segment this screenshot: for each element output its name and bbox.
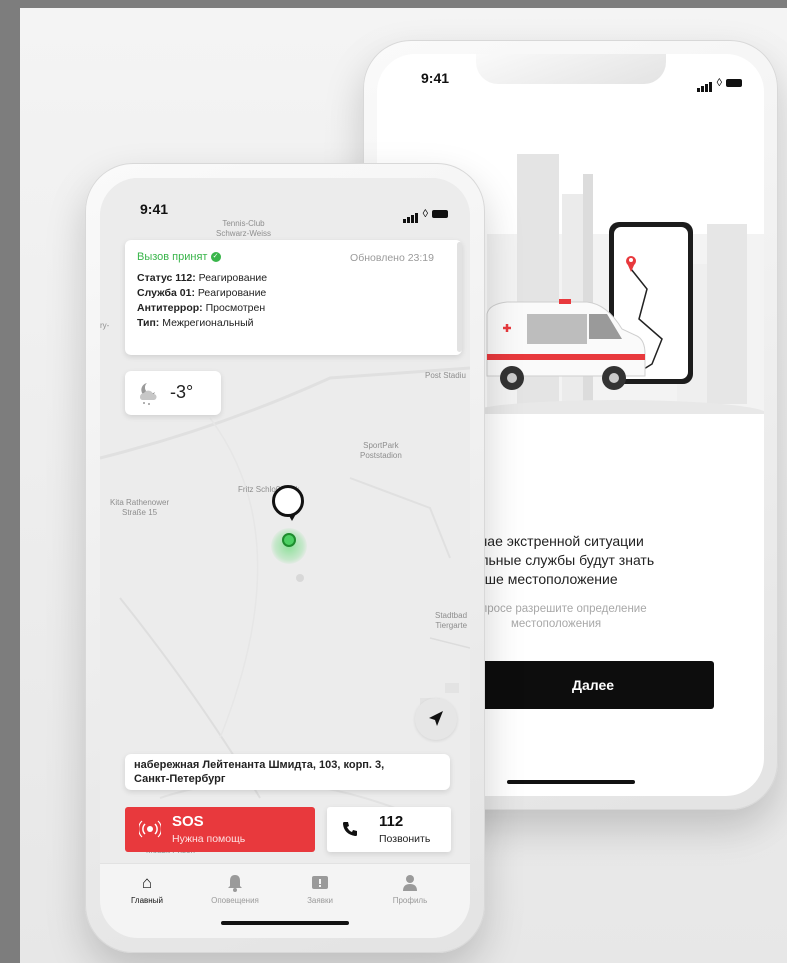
status-icons: ◊ xyxy=(402,205,448,223)
wifi-icon: ◊ xyxy=(716,77,722,89)
sos-title: SOS xyxy=(172,813,204,830)
tab-label: Главный xyxy=(131,896,163,905)
permission-text-line: ельные службы будут знать xyxy=(473,552,655,568)
map-label-line: Schwarz-Weiss xyxy=(216,229,271,238)
signal-icon xyxy=(402,205,419,223)
map-label-line: Tiergarte xyxy=(435,621,468,630)
inbox-icon xyxy=(285,874,355,892)
check-circle-icon: ✓ xyxy=(210,252,221,263)
card-scrollbar[interactable] xyxy=(457,242,462,352)
call-112-subtitle: Позвонить xyxy=(379,833,431,845)
map-label: Kita Rathenower Straße 15 xyxy=(110,498,169,518)
battery-icon xyxy=(726,79,742,87)
status-row-key: Антитеррор: xyxy=(137,302,203,314)
sos-signal-icon xyxy=(139,820,161,838)
map-label: SportPark Poststadion xyxy=(360,441,402,461)
map-label: Tennis-Club Schwarz-Weiss xyxy=(216,219,271,239)
home-indicator xyxy=(221,921,349,925)
permission-subtext-line: местоположения xyxy=(511,618,602,630)
tab-profile[interactable]: Профиль xyxy=(375,874,445,905)
status-row-key: Тип: xyxy=(137,317,160,329)
current-location-dot xyxy=(282,533,296,547)
address-line: Санкт-Петербург xyxy=(134,773,226,785)
status-icons: ◊ xyxy=(696,74,742,92)
address-card: набережная Лейтенанта Шмидта, 103, корп.… xyxy=(125,754,450,790)
navigation-arrow-icon xyxy=(429,711,443,726)
location-pin-tip xyxy=(288,514,296,521)
tab-label: Профиль xyxy=(392,896,428,905)
next-button[interactable]: Далее xyxy=(472,661,714,709)
status-row: Антитеррор: Просмотрен xyxy=(137,301,267,316)
sos-subtitle: Нужна помощь xyxy=(172,833,246,845)
status-row-value: Межрегиональный xyxy=(159,317,254,329)
status-row: Тип: Межрегиональный xyxy=(137,316,267,331)
status-row-value: Просмотрен xyxy=(202,302,266,314)
map-label-line: Poststadion xyxy=(360,451,402,460)
map-label-line: SportPark xyxy=(363,441,399,450)
tab-label: Заявки xyxy=(307,896,333,905)
map-label: Post Stadiu xyxy=(425,371,466,380)
background-stage: 9:41 ◊ учае экстренной ситуации ельные с… xyxy=(20,8,787,963)
tab-home[interactable]: ⌂ Главный xyxy=(112,873,182,906)
tab-requests[interactable]: Заявки xyxy=(285,874,355,905)
permission-subtext-line: просе разрешите определение xyxy=(481,603,647,615)
status-time: 9:41 xyxy=(421,70,450,86)
front-phone: Tennis-Club Schwarz-Weiss Post Stadiu Spo… xyxy=(85,163,485,953)
weather-temperature: -3° xyxy=(170,382,194,402)
address-line: набережная Лейтенанта Шмидта, 103, корп.… xyxy=(134,759,385,771)
home-icon: ⌂ xyxy=(141,873,153,892)
call-112-button[interactable]: 112 Позвонить xyxy=(327,807,451,852)
signal-icon xyxy=(696,74,713,92)
wifi-icon: ◊ xyxy=(422,208,428,220)
sos-button[interactable]: SOS Нужна помощь xyxy=(125,807,315,852)
map-label-line: Straße 15 xyxy=(122,508,158,517)
battery-icon xyxy=(432,210,448,218)
status-row-value: Реагирование xyxy=(194,287,267,299)
tab-notifications[interactable]: Оповещения xyxy=(200,874,270,905)
map-label-line: Tennis-Club xyxy=(222,219,265,228)
permission-text-line: аше местоположение xyxy=(477,571,618,587)
tab-bar: ⌂ Главный Оповещения Заявки Профиль xyxy=(100,863,470,938)
status-row-key: Статус 112: xyxy=(137,272,196,284)
status-row: Служба 01: Реагирование xyxy=(137,286,267,301)
call-accepted-label: Вызов принят xyxy=(137,251,208,263)
call-status-card: Вызов принят ✓ Обновлено 23:19 Статус 11… xyxy=(125,240,462,355)
permission-text: учае экстренной ситуации ельные службы б… xyxy=(473,532,654,589)
map-label: ry- xyxy=(100,321,110,330)
status-row-key: Служба 01: xyxy=(137,287,195,299)
address-text: набережная Лейтенанта Шмидта, 103, корп.… xyxy=(134,758,384,786)
my-location-button[interactable] xyxy=(415,698,457,740)
status-rows: Статус 112: Реагирование Служба 01: Реаг… xyxy=(137,271,267,331)
home-indicator xyxy=(507,780,635,784)
call-112-title: 112 xyxy=(379,813,404,830)
permission-text-line: учае экстренной ситуации xyxy=(473,533,644,549)
map-label-line: Stadtbad xyxy=(435,611,468,620)
cloud-moon-icon xyxy=(139,383,157,405)
notch xyxy=(475,54,666,84)
updated-time: Обновлено 23:19 xyxy=(350,252,434,264)
front-phone-screen: Tennis-Club Schwarz-Weiss Post Stadiu Spo… xyxy=(100,178,470,938)
permission-subtext: просе разрешите определение местоположен… xyxy=(481,602,647,632)
person-icon xyxy=(375,874,445,892)
bell-icon xyxy=(200,874,270,892)
map-label-line: Kita Rathenower xyxy=(110,498,170,507)
call-accepted-status: Вызов принят ✓ xyxy=(137,251,221,263)
status-row: Статус 112: Реагирование xyxy=(137,271,267,286)
location-pin[interactable] xyxy=(272,485,304,517)
weather-widget: -3° xyxy=(125,371,221,415)
status-row-value: Реагирование xyxy=(195,272,268,284)
phone-icon xyxy=(343,822,357,836)
status-time: 9:41 xyxy=(140,201,169,217)
tab-label: Оповещения xyxy=(211,896,259,905)
map-label: Stadtbad Tiergarte xyxy=(435,611,467,631)
